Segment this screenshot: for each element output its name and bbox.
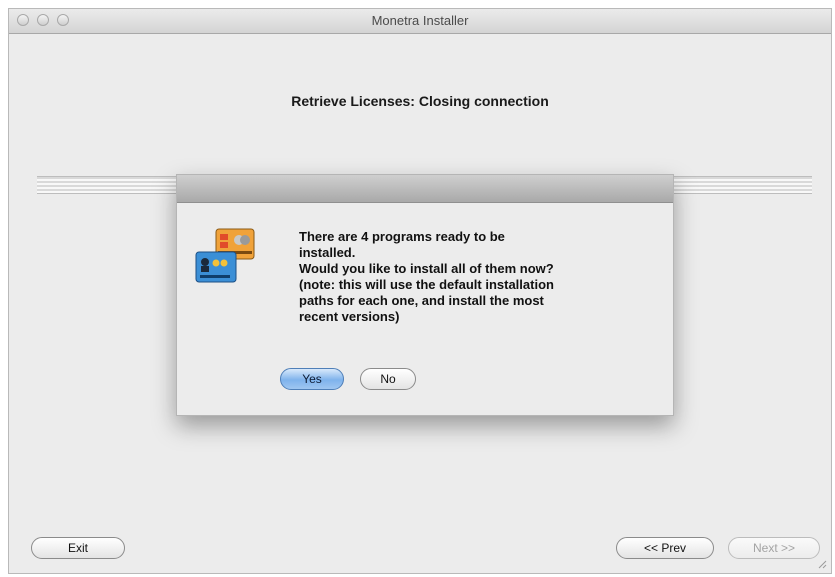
- title-bar[interactable]: Monetra Installer: [9, 9, 831, 34]
- message-line: There are 4 programs ready to be: [299, 229, 505, 244]
- installer-window: Monetra Installer Retrieve Licenses: Clo…: [8, 8, 832, 574]
- message-line: recent versions): [299, 309, 400, 324]
- dialog-message: There are 4 programs ready to be install…: [299, 229, 664, 325]
- exit-button[interactable]: Exit: [31, 537, 125, 559]
- prev-button[interactable]: << Prev: [616, 537, 714, 559]
- yes-button[interactable]: Yes: [280, 368, 344, 390]
- page-heading: Retrieve Licenses: Closing connection: [291, 93, 549, 109]
- progress-rail-left: [37, 176, 177, 194]
- message-line: Would you like to install all of them no…: [299, 261, 554, 276]
- window-title: Monetra Installer: [371, 13, 469, 28]
- message-line: installed.: [299, 245, 356, 260]
- message-line: paths for each one, and install the most: [299, 293, 544, 308]
- credit-cards-icon: [195, 228, 255, 283]
- dialog-title-bar: [177, 175, 673, 203]
- next-button: Next >>: [728, 537, 820, 559]
- progress-rail-right: [674, 176, 812, 194]
- no-button[interactable]: No: [360, 368, 416, 390]
- install-confirm-dialog: There are 4 programs ready to be install…: [176, 174, 674, 416]
- resize-grip-icon[interactable]: [817, 559, 827, 569]
- message-line: (note: this will use the default install…: [299, 277, 554, 292]
